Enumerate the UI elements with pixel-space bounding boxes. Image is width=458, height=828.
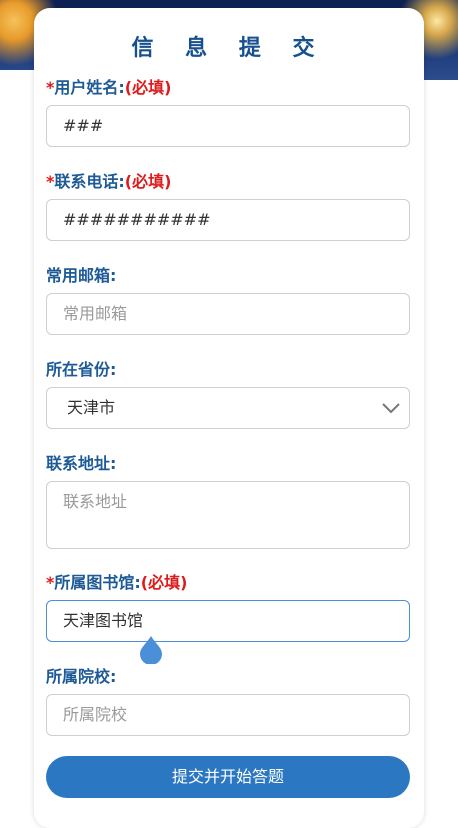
school-input[interactable]: 所属院校 [46,694,410,736]
library-input[interactable]: 天津图书馆 [46,600,410,642]
page-title: 信 息 提 交 [131,36,327,61]
province-label: 所在省份: [46,360,117,379]
email-input[interactable]: 常用邮箱 [46,293,410,335]
library-label: *所属图书馆:(必填) [46,573,188,592]
submit-button[interactable]: 提交并开始答题 [46,756,410,798]
required-note: (必填) [124,78,172,97]
email-label: 常用邮箱: [46,266,117,285]
required-note: (必填) [124,172,172,191]
school-label: 所属院校: [46,667,117,686]
address-textarea[interactable]: 联系地址 [46,481,410,549]
text-cursor-drop-icon[interactable] [138,634,164,664]
province-selected-value: 天津市 [67,398,116,417]
address-label: 联系地址: [46,454,117,473]
username-input[interactable]: ### [46,105,410,147]
phone-label: *联系电话:(必填) [46,172,172,191]
username-label: *用户姓名:(必填) [46,78,172,97]
province-select[interactable]: 天津市 [46,387,410,429]
phone-input[interactable]: ########### [46,199,410,241]
chevron-down-icon [382,403,400,414]
required-note: (必填) [140,573,188,592]
